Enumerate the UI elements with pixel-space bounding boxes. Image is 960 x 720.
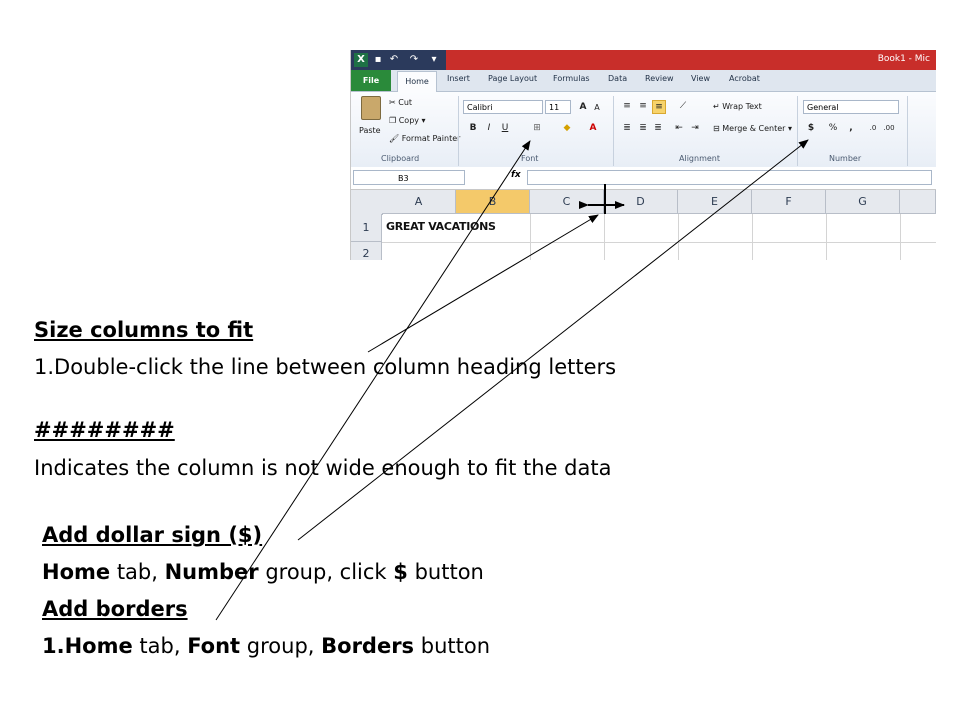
group-separator — [907, 96, 908, 166]
cut-button[interactable]: ✂ Cut — [389, 98, 412, 107]
fx-icon[interactable]: fx — [511, 170, 521, 180]
hash-description: Indicates the column is not wide enough … — [34, 456, 612, 480]
excel-logo-icon: X — [354, 53, 368, 67]
bold-button[interactable]: B — [467, 122, 479, 134]
cell-a1[interactable]: GREAT VACATIONS — [386, 220, 496, 233]
dollar-sign-heading: Add dollar sign ($) — [42, 523, 263, 547]
quick-access-toolbar: X ▪ ↶ ↷ ▾ — [351, 50, 446, 70]
gridline — [752, 214, 753, 260]
dollar-button[interactable]: $ — [805, 122, 817, 134]
name-box[interactable]: B3 — [353, 170, 465, 185]
tab-view[interactable]: View — [691, 74, 710, 83]
size-columns-step: 1.Double-click the line between column h… — [34, 355, 617, 379]
borders-heading: Add borders — [42, 597, 188, 621]
column-resize-cursor-icon[interactable] — [604, 184, 606, 214]
group-separator — [613, 96, 614, 166]
font-color-icon[interactable]: A — [587, 122, 599, 134]
gridline — [678, 214, 679, 260]
top-align-icon[interactable]: ≡ — [621, 100, 633, 112]
clipboard-group-label: Clipboard — [381, 154, 420, 163]
orientation-icon[interactable]: ⟋ — [677, 100, 689, 112]
shrink-font-icon[interactable]: A — [591, 102, 603, 114]
undo-icon[interactable]: ↶ — [387, 53, 401, 67]
title-bar: X ▪ ↶ ↷ ▾ Book1 - Mic — [351, 50, 936, 70]
align-center-icon[interactable]: ≣ — [637, 122, 649, 134]
row-header-1[interactable]: 1 — [351, 214, 382, 242]
tab-data[interactable]: Data — [608, 74, 627, 83]
ribbon-tabs: File Home Insert Page Layout Formulas Da… — [351, 70, 936, 92]
fill-color-icon[interactable]: ◆ — [561, 122, 573, 134]
align-left-icon[interactable]: ≣ — [621, 122, 633, 134]
merge-icon: ⊟ — [713, 124, 723, 133]
font-name-box[interactable]: Calibri — [463, 100, 543, 114]
wrap-text-button[interactable]: ↵ Wrap Text — [713, 102, 762, 111]
tab-home[interactable]: Home — [397, 71, 437, 92]
gridline — [604, 214, 605, 260]
copy-icon: ❐ — [389, 116, 399, 125]
increase-indent-icon[interactable]: ⇥ — [689, 122, 701, 134]
customize-qat-icon[interactable]: ▾ — [427, 53, 441, 67]
decrease-decimal-icon[interactable]: .00 — [883, 122, 895, 134]
window-title: Book1 - Mic — [877, 54, 930, 64]
group-separator — [458, 96, 459, 166]
group-separator — [797, 96, 798, 166]
size-columns-heading: Size columns to fit — [34, 318, 254, 342]
borders-step: 1.Home tab, Font group, Borders button — [42, 634, 491, 658]
borders-icon[interactable]: ⊞ — [531, 122, 543, 134]
copy-button[interactable]: ❐ Copy ▾ — [389, 116, 426, 125]
ribbon: Paste ✂ Cut ❐ Copy ▾ 🖌 Format Painter Cl… — [351, 92, 936, 168]
redo-icon[interactable]: ↷ — [407, 53, 421, 67]
column-header-b[interactable]: B — [456, 190, 530, 214]
hash-heading: ######## — [34, 418, 175, 442]
tab-acrobat[interactable]: Acrobat — [729, 74, 760, 83]
tab-file[interactable]: File — [351, 70, 391, 91]
tab-review[interactable]: Review — [645, 74, 674, 83]
gridline — [530, 214, 531, 260]
increase-decimal-icon[interactable]: .0 — [867, 122, 879, 134]
column-header-h[interactable] — [900, 190, 936, 214]
brush-icon: 🖌 — [389, 134, 402, 143]
comma-button[interactable]: , — [845, 122, 857, 134]
paste-button[interactable]: Paste — [359, 126, 381, 135]
column-header-g[interactable]: G — [826, 190, 900, 214]
tab-page-layout[interactable]: Page Layout — [488, 74, 537, 83]
wrap-text-icon: ↵ — [713, 102, 723, 111]
worksheet-grid: A B C D E F G 1 2 GREAT VACATIONS — [351, 184, 936, 260]
number-format-box[interactable]: General — [803, 100, 899, 114]
excel-screenshot: X ▪ ↶ ↷ ▾ Book1 - Mic File Home Insert P… — [350, 50, 936, 260]
italic-button[interactable]: I — [483, 122, 495, 134]
alignment-group-label: Alignment — [679, 154, 720, 163]
dollar-sign-step: Home tab, Number group, click $ button — [42, 560, 484, 584]
tab-insert[interactable]: Insert — [447, 74, 470, 83]
column-header-d[interactable]: D — [604, 190, 678, 214]
row-header-2[interactable]: 2 — [351, 242, 382, 260]
bottom-align-icon[interactable]: ≡ — [652, 100, 666, 114]
column-header-f[interactable]: F — [752, 190, 826, 214]
gridline — [382, 242, 936, 243]
underline-button[interactable]: U — [499, 122, 511, 134]
middle-align-icon[interactable]: ≡ — [637, 100, 649, 112]
decrease-indent-icon[interactable]: ⇤ — [673, 122, 685, 134]
align-right-icon[interactable]: ≣ — [652, 122, 664, 134]
font-group-label: Font — [521, 154, 539, 163]
percent-button[interactable]: % — [827, 122, 839, 134]
paste-icon[interactable] — [361, 96, 381, 120]
formula-input[interactable] — [527, 170, 932, 185]
tab-formulas[interactable]: Formulas — [553, 74, 590, 83]
save-icon[interactable]: ▪ — [371, 53, 385, 67]
format-painter-button[interactable]: 🖌 Format Painter — [389, 134, 460, 143]
scissors-icon: ✂ — [389, 98, 399, 107]
number-group-label: Number — [829, 154, 862, 163]
merge-center-button[interactable]: ⊟ Merge & Center ▾ — [713, 124, 792, 133]
font-size-box[interactable]: 11 — [545, 100, 571, 114]
grow-font-icon[interactable]: A — [577, 101, 589, 113]
select-all-corner[interactable] — [351, 190, 383, 215]
column-header-a[interactable]: A — [382, 190, 456, 214]
column-header-c[interactable]: C — [530, 190, 604, 214]
gridline — [826, 214, 827, 260]
gridline — [900, 214, 901, 260]
formula-bar: B3 fx — [351, 167, 936, 190]
column-header-e[interactable]: E — [678, 190, 752, 214]
